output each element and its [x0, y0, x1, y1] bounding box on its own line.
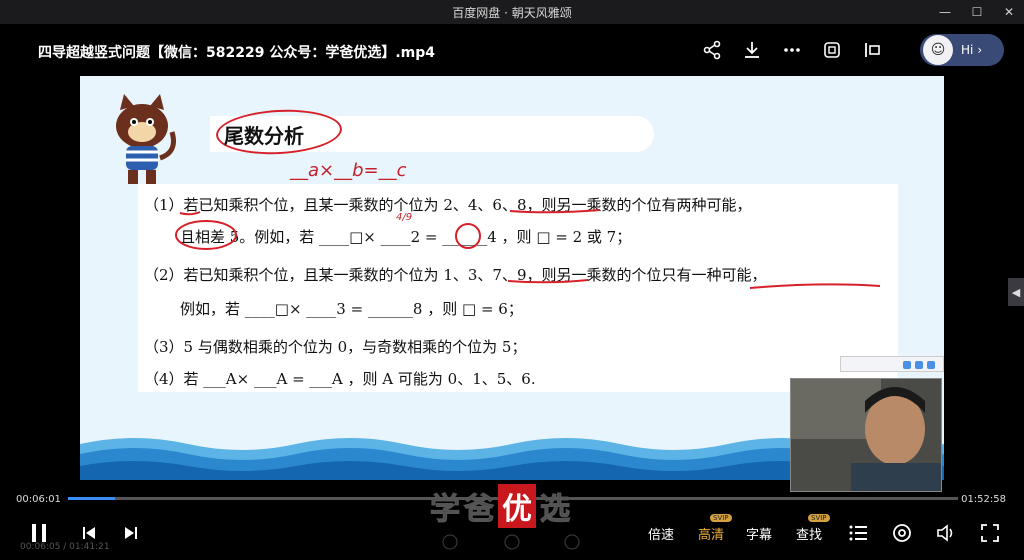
- webcam-toolbar: [840, 356, 944, 372]
- svip-badge: SVIP: [808, 514, 830, 522]
- header-actions: [700, 38, 884, 62]
- target-icon: [893, 524, 911, 542]
- faint-pause-icon: [502, 532, 522, 552]
- assistant-button[interactable]: ☺ Hi ›: [920, 34, 1004, 66]
- quality-label: 高清: [698, 527, 725, 543]
- faint-forward-icon: [562, 532, 582, 552]
- webcam-feed: [790, 378, 942, 492]
- window-titlebar: 百度网盘 · 朝天风雅颂 — ☐ ✕: [0, 0, 1024, 24]
- progress-fill: [68, 497, 116, 500]
- player-controls: 00:06:05 / 01:41:21 倍速 SVIP 高清 字幕 SVIP 查…: [0, 512, 1024, 560]
- screenshot-icon[interactable]: [820, 38, 844, 62]
- more-icon[interactable]: [780, 38, 804, 62]
- assistant-avatar-icon: ☺: [923, 35, 953, 65]
- playlist-icon: [849, 525, 867, 541]
- cam-tool-icon[interactable]: [927, 361, 935, 369]
- playlist-button[interactable]: [846, 521, 870, 545]
- skip-back-icon: [83, 527, 95, 539]
- file-title: 四导超越竖式问题【微信：582229 公众号：学爸优选】.mp4: [38, 45, 435, 61]
- find-button[interactable]: SVIP 查找: [796, 514, 830, 544]
- chevron-right-icon: ›: [977, 43, 983, 57]
- player-header: 四导超越竖式问题【微信：582229 公众号：学爸优选】.mp4 ☺ Hi ›: [0, 24, 1024, 76]
- volume-button[interactable]: [934, 521, 958, 545]
- quality-button[interactable]: SVIP 高清: [698, 514, 732, 544]
- subtitle-label: 字幕: [746, 527, 773, 543]
- fullscreen-icon: [981, 524, 999, 542]
- minimize-icon[interactable]: —: [936, 3, 954, 21]
- maximize-icon[interactable]: ☐: [968, 3, 986, 21]
- volume-icon: [937, 524, 953, 542]
- next-button[interactable]: [120, 522, 142, 544]
- window-controls: — ☐ ✕: [936, 0, 1018, 24]
- assistant-label: Hi: [961, 43, 974, 57]
- speed-label: 倍速: [648, 527, 675, 543]
- download-icon[interactable]: [740, 38, 764, 62]
- cam-tool-icon[interactable]: [903, 361, 911, 369]
- close-icon[interactable]: ✕: [1000, 3, 1018, 21]
- time-current: 00:06:01: [16, 494, 61, 505]
- pause-button[interactable]: [26, 520, 52, 546]
- find-label: 查找: [796, 527, 823, 543]
- share-icon[interactable]: [700, 38, 724, 62]
- window-title: 百度网盘 · 朝天风雅颂: [452, 5, 572, 20]
- cam-tool-icon[interactable]: [915, 361, 923, 369]
- time-total: 01:52:58: [961, 494, 1006, 505]
- fullscreen-button[interactable]: [978, 521, 1002, 545]
- svip-badge: SVIP: [710, 514, 732, 522]
- view-mode-button[interactable]: [890, 521, 914, 545]
- previous-button[interactable]: [78, 522, 100, 544]
- pip-icon[interactable]: [860, 38, 884, 62]
- pause-icon: [32, 524, 46, 542]
- speed-button[interactable]: 倍速: [648, 522, 674, 544]
- side-panel-toggle-icon[interactable]: ◀: [1008, 278, 1024, 306]
- skip-forward-icon: [125, 527, 137, 539]
- subtitle-button[interactable]: 字幕: [746, 522, 772, 544]
- faint-rewind-icon: [440, 532, 460, 552]
